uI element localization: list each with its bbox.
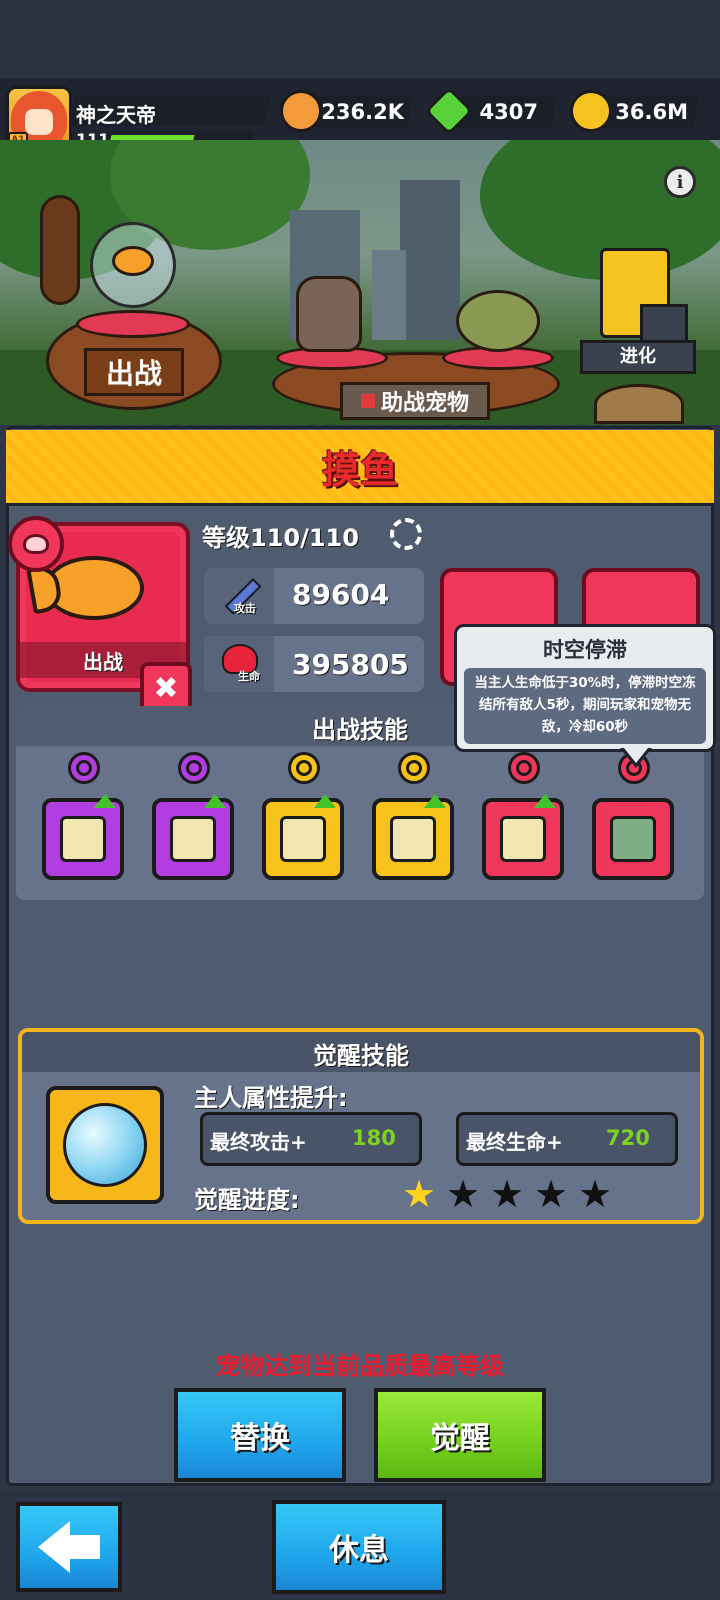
star-empty-icon: ★ — [446, 1172, 481, 1216]
skill-slot[interactable] — [482, 798, 564, 880]
refresh-icon[interactable] — [390, 518, 422, 550]
awaken-title: 觉醒技能 — [313, 1042, 409, 1070]
back-button[interactable] — [16, 1502, 122, 1592]
turtle-shell-icon — [8, 516, 64, 572]
flag-icon — [360, 394, 375, 408]
skill-slot[interactable] — [262, 798, 344, 880]
pet-name: 摸鱼 — [321, 448, 398, 492]
deploy-sign[interactable]: 出战 — [84, 348, 184, 396]
player-name: 神之天帝 — [76, 103, 156, 127]
upgrade-arrow-icon — [424, 794, 446, 808]
star-empty-icon: ★ — [578, 1172, 613, 1216]
deploy-pad — [76, 310, 190, 338]
refresh-icon — [406, 760, 422, 776]
skill-slot[interactable] — [152, 798, 234, 880]
skill-level-dot — [398, 752, 430, 784]
upgrade-arrow-icon — [314, 794, 336, 808]
hp-value: 395805 — [292, 648, 409, 681]
back-arrow-shaft — [70, 1535, 100, 1559]
frog-pet-icon[interactable] — [456, 290, 540, 352]
refresh-icon — [186, 760, 202, 776]
upgrade-arrow-icon — [534, 794, 556, 808]
info-icon[interactable]: i — [664, 166, 696, 198]
rest-button[interactable]: 休息 — [272, 1500, 446, 1594]
pet-food-value: 236.2K — [321, 100, 404, 124]
evolve-button[interactable]: 进化 — [580, 340, 696, 374]
tooltip-pointer-inner — [624, 748, 648, 763]
awaken-progress-label: 觉醒进度: — [194, 1186, 300, 1214]
gold-value: 36.6M — [615, 100, 688, 124]
skill-slot[interactable] — [42, 798, 124, 880]
assist-sign[interactable]: 助战宠物 — [340, 382, 490, 420]
skill-slot[interactable] — [592, 798, 674, 880]
skill-level-dot — [508, 752, 540, 784]
refresh-icon — [516, 760, 532, 776]
skill-slot[interactable] — [372, 798, 454, 880]
final-hp-label: 最终生命+ — [466, 1130, 563, 1154]
paw-upgrade-icon — [390, 816, 436, 862]
star-filled-icon: ★ — [402, 1172, 437, 1216]
skill-level-dot — [68, 752, 100, 784]
building — [400, 180, 460, 340]
tooltip-description: 当主人生命低于30%时，停滞时空冻结所有敌人5秒，期间玩家和宠物无敌，冷却60秒 — [474, 675, 696, 735]
replace-button[interactable]: 替换 — [174, 1388, 346, 1482]
pet-level: 等级110/110 — [202, 524, 359, 552]
skill-level-dot — [288, 752, 320, 784]
assist-sign-label: 助战宠物 — [380, 391, 469, 416]
awaken-attr-title: 主人属性提升: — [194, 1084, 348, 1112]
frozen-zombie-icon — [610, 816, 656, 862]
card-upgrade-icon — [60, 816, 106, 862]
final-hp-value: 720 — [606, 1126, 650, 1150]
awaken-skill-icon[interactable] — [46, 1086, 164, 1204]
attack-sub-label: 攻击 — [234, 602, 256, 615]
pet-title-banner: 摸鱼 — [6, 430, 714, 506]
shield-upgrade-icon — [170, 816, 216, 862]
chest-gear-upgrade-icon — [500, 816, 546, 862]
refresh-icon — [296, 760, 312, 776]
attack-value: 89604 — [292, 578, 390, 611]
refresh-icon — [76, 760, 92, 776]
goldfish-icon — [112, 246, 154, 276]
skill-level-dot — [178, 752, 210, 784]
final-attack-label: 最终攻击+ — [210, 1130, 307, 1154]
bubble-orb-icon — [63, 1103, 147, 1187]
star-empty-icon: ★ — [490, 1172, 525, 1216]
hp-sub-label: 生命 — [238, 670, 260, 683]
star-empty-icon: ★ — [534, 1172, 569, 1216]
awaken-button[interactable]: 觉醒 — [374, 1388, 546, 1482]
rock — [594, 384, 684, 424]
back-arrow-icon — [38, 1521, 70, 1573]
max-level-notice: 宠物达到当前品质最高等级 — [216, 1352, 504, 1380]
tooltip-title: 时空停滞 — [543, 638, 627, 662]
upgrade-arrow-icon — [94, 794, 116, 808]
upgrade-arrow-icon — [204, 794, 226, 808]
upload-icon — [640, 304, 688, 344]
final-attack-value: 180 — [352, 1126, 396, 1150]
gem-value: 4307 — [479, 100, 538, 124]
shield-lock-upgrade-icon — [280, 816, 326, 862]
dog-pet-icon[interactable] — [296, 276, 362, 352]
building — [372, 250, 406, 340]
tree-trunk — [40, 195, 80, 305]
